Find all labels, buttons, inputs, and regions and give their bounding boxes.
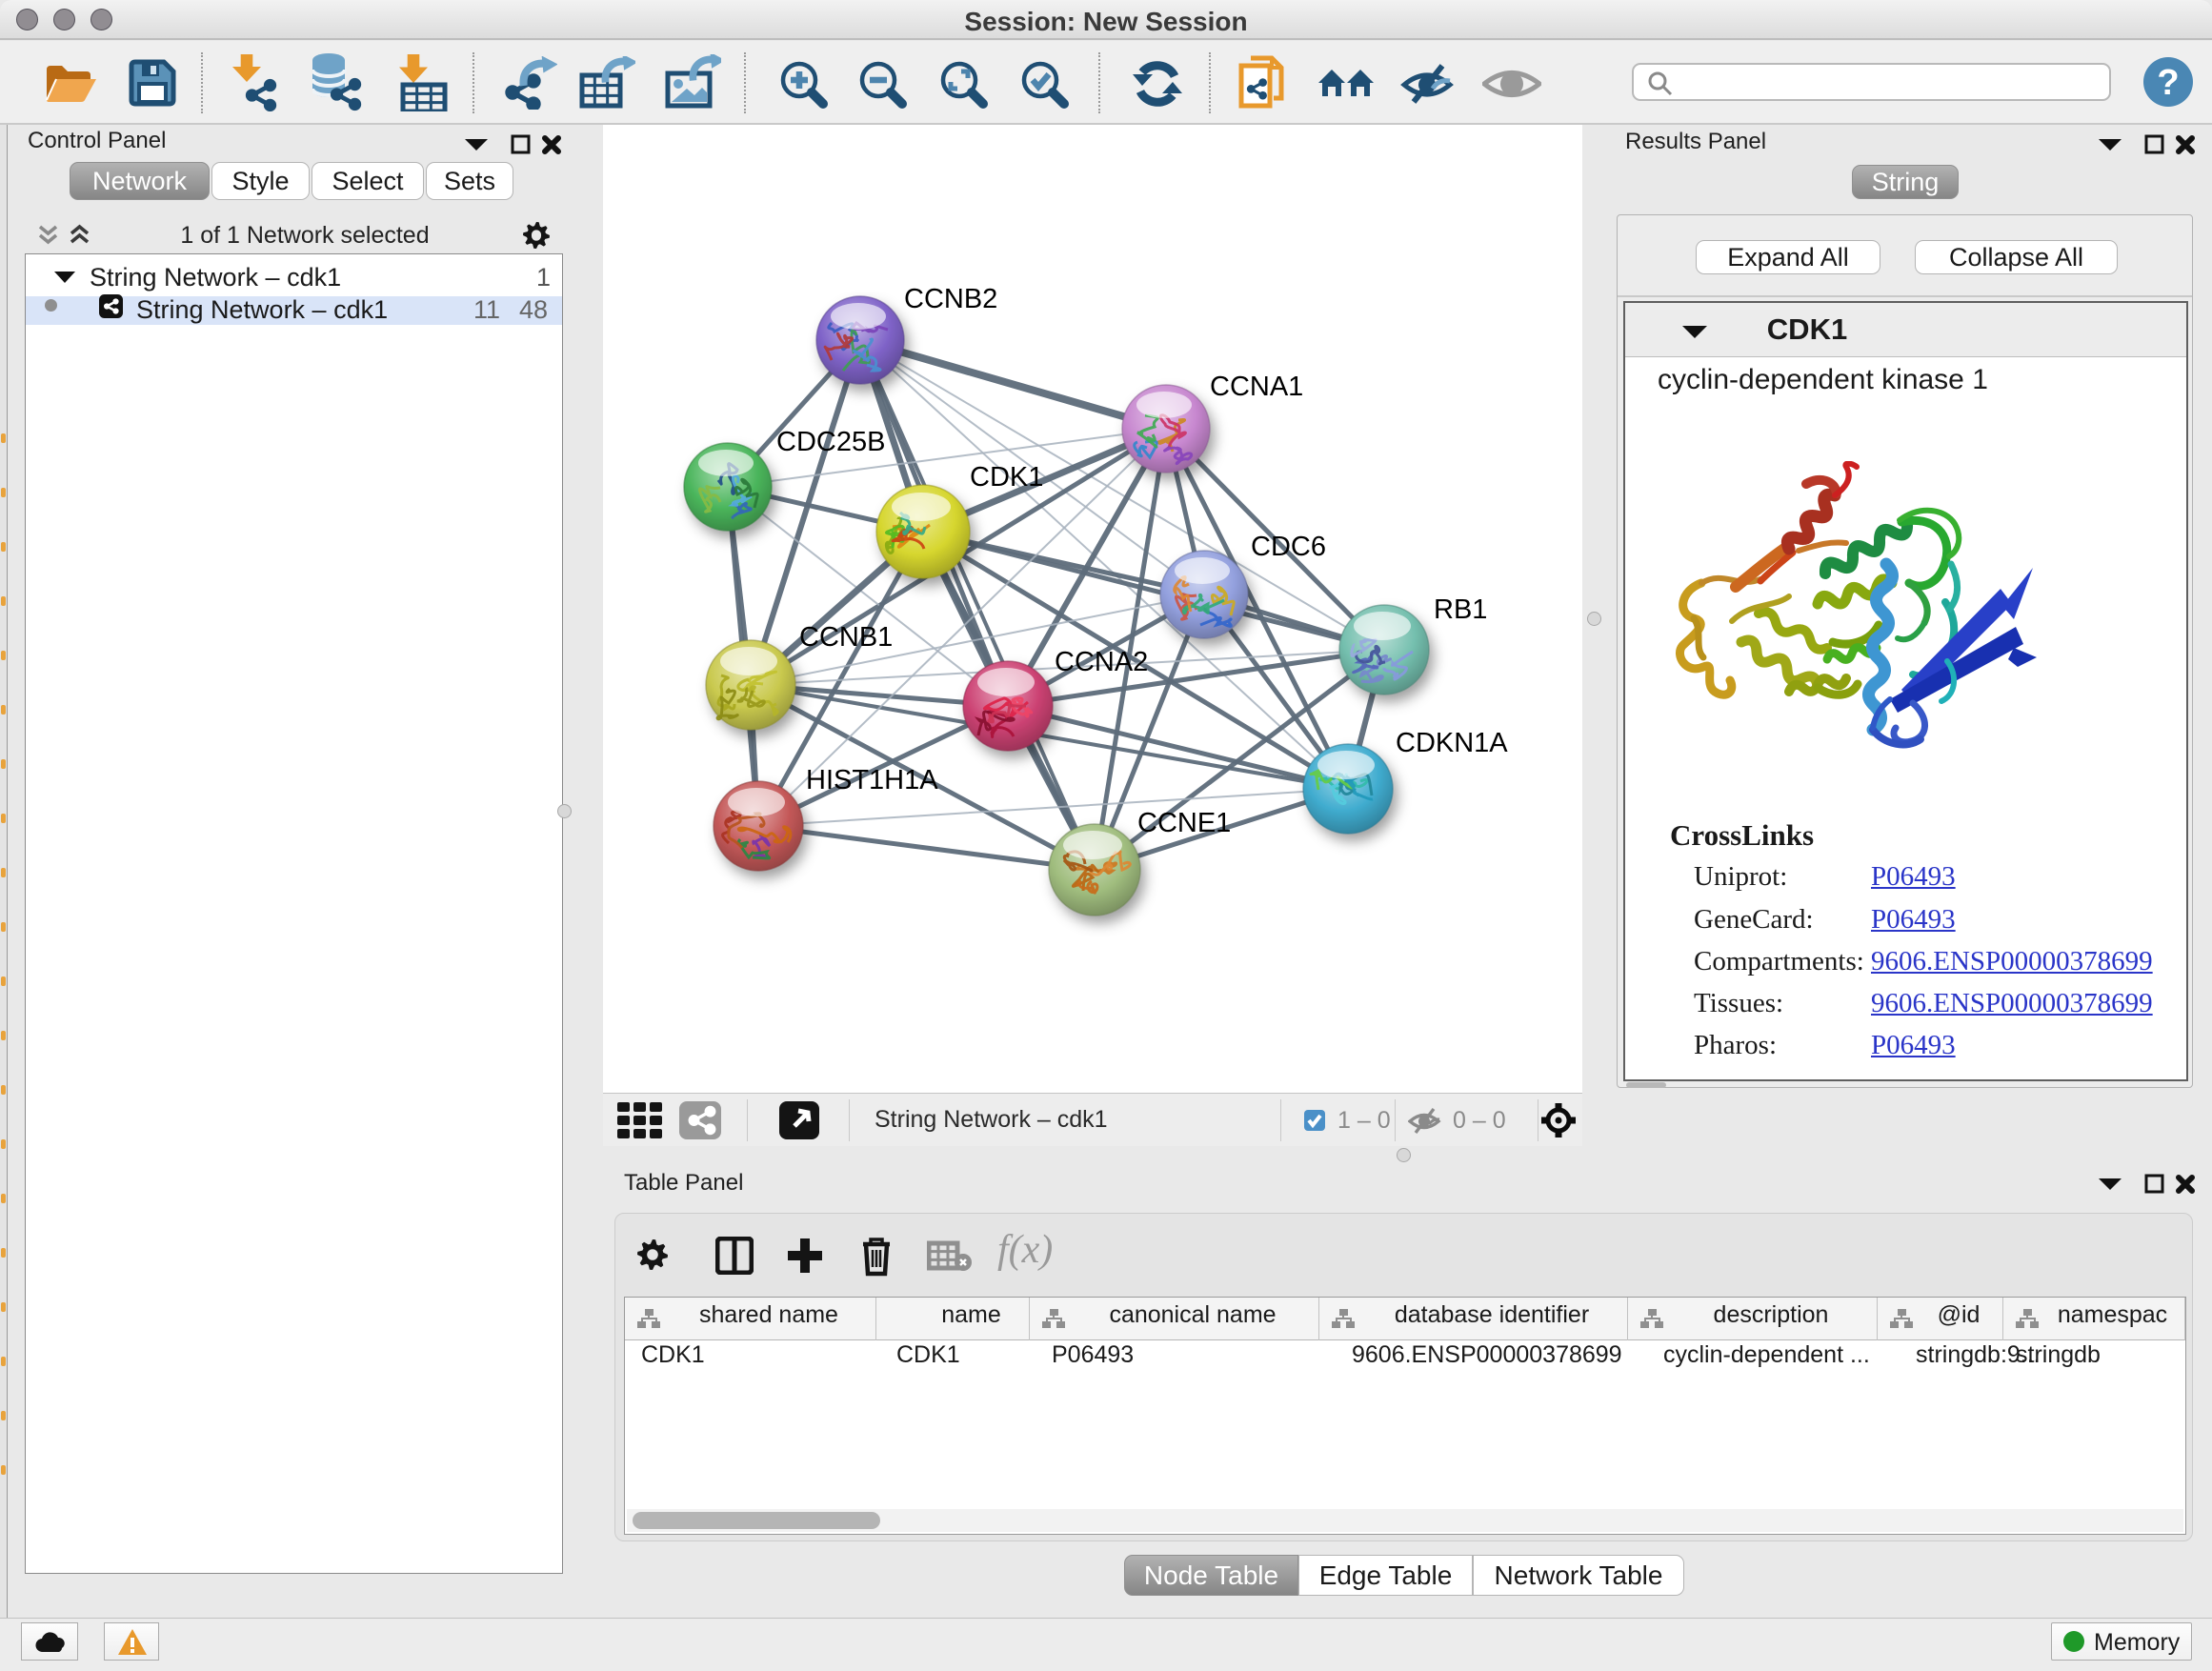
svg-text:CCNB1: CCNB1 — [799, 622, 893, 653]
svg-text:CCNB2: CCNB2 — [904, 284, 997, 314]
svg-text:CDK1: CDK1 — [970, 462, 1043, 493]
svg-text:CDC6: CDC6 — [1251, 532, 1326, 562]
svg-text:CCNA2: CCNA2 — [1055, 647, 1148, 677]
svg-text:?: ? — [2157, 63, 2179, 103]
svg-text:CCNE1: CCNE1 — [1137, 808, 1231, 838]
svg-text:HIST1H1A: HIST1H1A — [806, 765, 938, 795]
svg-text:CDKN1A: CDKN1A — [1396, 728, 1508, 758]
svg-text:RB1: RB1 — [1434, 594, 1487, 625]
svg-text:CDC25B: CDC25B — [776, 427, 885, 457]
svg-text:CCNA1: CCNA1 — [1210, 372, 1303, 402]
